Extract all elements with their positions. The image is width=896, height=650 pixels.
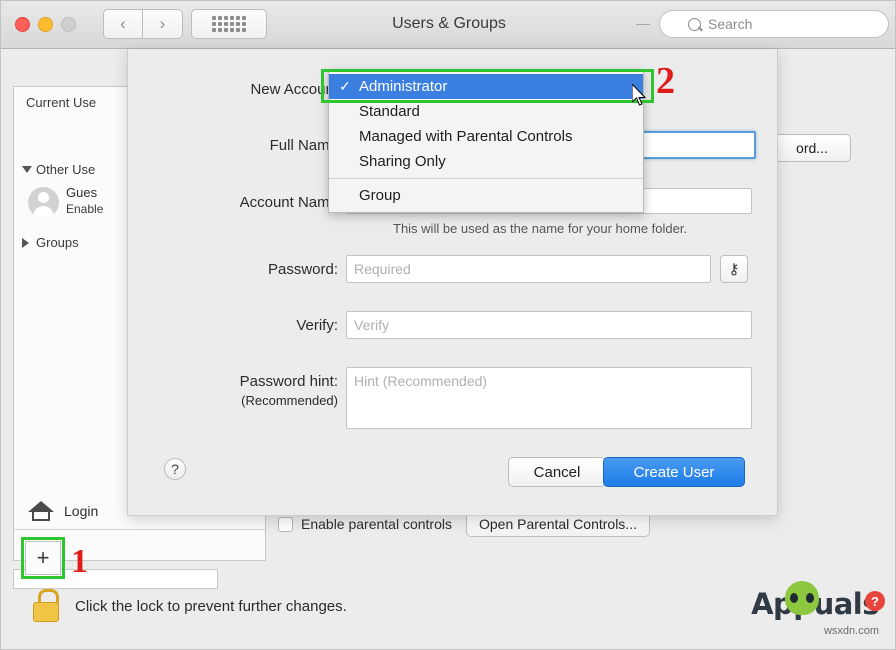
password-hint-sublabel: (Recommended) — [241, 393, 338, 408]
search-divider — [636, 24, 650, 25]
menu-separator — [329, 178, 643, 179]
account-name-note: This will be used as the name for your h… — [393, 221, 688, 236]
password-hint-input[interactable]: Hint (Recommended) — [346, 367, 752, 429]
cancel-button[interactable]: Cancel — [508, 457, 606, 487]
watermark-domain: wsxdn.com — [823, 625, 879, 637]
search-field[interactable]: Search — [636, 10, 889, 38]
lock-icon[interactable] — [31, 589, 61, 623]
disclosure-triangle-open-icon[interactable] — [22, 166, 32, 173]
home-icon — [28, 501, 54, 521]
annotation-step-1: 1 — [71, 543, 88, 580]
menu-item-managed-with-parental-controls[interactable]: Managed with Parental Controls — [329, 124, 643, 149]
full-name-label-row: Full Name — [128, 137, 338, 154]
login-options-label: Login — [64, 503, 99, 519]
users-groups-window: ‹ › Users & Groups Search Current Use Ot… — [0, 0, 896, 650]
search-icon — [688, 17, 701, 31]
help-button[interactable]: ? — [164, 458, 186, 480]
menu-item-standard[interactable]: Standard — [329, 99, 643, 124]
new-account-type-menu[interactable]: ✓ Administrator Standard Managed with Pa… — [328, 69, 644, 213]
menu-item-label: Group — [359, 187, 401, 204]
alien-logo-icon — [785, 581, 820, 615]
password-assistant-key-icon[interactable]: ⚷ — [720, 255, 748, 283]
annotation-step-2: 2 — [656, 60, 675, 102]
checkmark-icon: ✓ — [339, 78, 351, 94]
new-account-label-row: New Account — [128, 81, 338, 98]
verify-input[interactable]: Verify — [346, 311, 752, 339]
password-hint-label-row: Password hint: — [128, 373, 338, 390]
password-hint-sublabel-row: (Recommended) — [128, 393, 338, 408]
menu-item-administrator[interactable]: ✓ Administrator — [329, 74, 643, 99]
disclosure-triangle-closed-icon[interactable] — [22, 238, 29, 248]
password-hint-label: Password hint: — [239, 373, 338, 390]
menu-item-label: Standard — [359, 103, 420, 120]
new-account-label: New Account — [250, 81, 338, 98]
account-name-label-row: Account Name — [128, 194, 338, 211]
window-titlebar: ‹ › Users & Groups Search — [1, 1, 895, 49]
change-password-button[interactable]: ord... — [773, 134, 851, 162]
menu-item-label: Administrator — [359, 78, 448, 95]
lock-row[interactable]: Click the lock to prevent further change… — [31, 589, 347, 623]
menu-item-label: Managed with Parental Controls — [359, 128, 573, 145]
password-label-row: Password: — [128, 261, 338, 278]
menu-item-sharing-only[interactable]: Sharing Only — [329, 149, 643, 174]
password-input[interactable]: Required — [346, 255, 711, 283]
search-placeholder: Search — [708, 16, 753, 32]
enable-parental-controls-label: Enable parental controls — [301, 516, 452, 532]
menu-item-group[interactable]: Group — [329, 183, 643, 208]
site-watermark: Appuals ? wsxdn.com — [751, 581, 885, 637]
avatar — [28, 187, 59, 218]
verify-label-row: Verify: — [128, 317, 338, 334]
password-label: Password: — [267, 261, 338, 278]
lock-message: Click the lock to prevent further change… — [75, 597, 347, 615]
sidebar-groups-label: Groups — [36, 235, 79, 250]
help-badge-icon: ? — [865, 591, 885, 611]
menu-item-label: Sharing Only — [359, 153, 446, 170]
enable-parental-controls-checkbox[interactable] — [278, 516, 293, 532]
create-user-button[interactable]: Create User — [603, 457, 745, 487]
sidebar-other-users-label: Other Use — [36, 162, 96, 177]
account-name-label: Account Name — [239, 194, 338, 211]
verify-label: Verify: — [296, 317, 338, 334]
add-user-button[interactable]: + — [25, 541, 61, 575]
